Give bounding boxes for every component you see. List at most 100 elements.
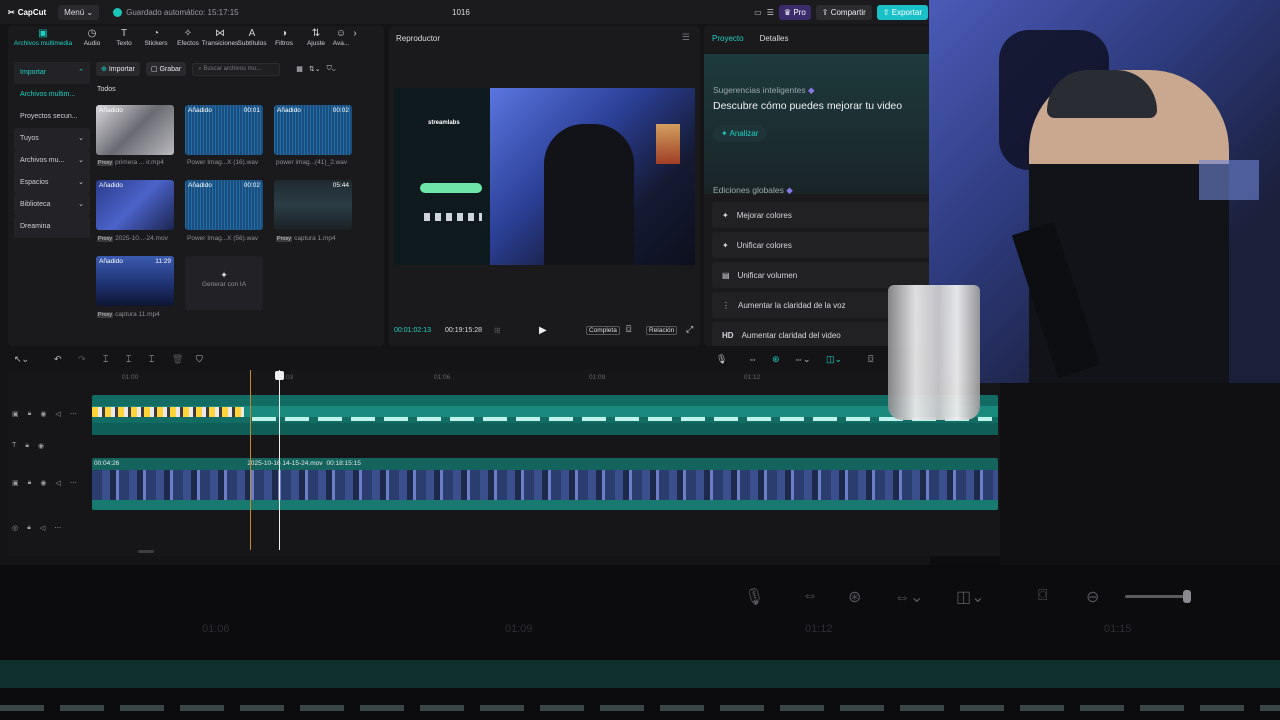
aspect-ratio-button[interactable]: Relación (646, 326, 678, 335)
sidebar-item-media[interactable]: Archivos multim... (14, 84, 90, 106)
toolbar-more-button[interactable]: › (350, 26, 360, 52)
layout-icon[interactable]: ▭ (754, 8, 762, 17)
delete-icon[interactable]: 🗑 (172, 354, 183, 365)
more-icon[interactable]: ⋯ (70, 479, 77, 487)
media-item[interactable]: Añadido (96, 105, 174, 155)
link-clips-icon[interactable]: ⇔ (748, 354, 757, 364)
preview-axis-icon[interactable]: ⇔⌄ (794, 354, 811, 365)
shield-icon[interactable]: ⛉ (196, 354, 203, 365)
play-button[interactable]: ▶ (539, 325, 547, 336)
tab-transitions[interactable]: ⋈ Transiciones (202, 26, 239, 52)
media-item[interactable]: Añadido 11:29 (96, 256, 174, 306)
redo-icon[interactable]: ↷ (78, 354, 86, 365)
search-input[interactable]: ⌕ Buscar archivos mu... (192, 62, 281, 76)
timeline-grid-icon[interactable]: ⊞ (494, 326, 501, 335)
tab-label: Ajuste (306, 40, 326, 47)
menu-icon[interactable]: ☰ (682, 32, 690, 43)
tab-avatar[interactable]: ☺ Ava... (332, 26, 350, 52)
zoom-fit-icon[interactable]: ⌼ (868, 354, 873, 365)
segment-pills (252, 417, 992, 421)
media-item[interactable]: 05:44 (274, 180, 352, 230)
microphone-icon[interactable]: 🎙 (716, 354, 727, 365)
global-title-text: Ediciones globales (713, 185, 784, 195)
auto-snap-icon[interactable]: ◫⌄ (826, 354, 842, 365)
split-icon[interactable]: ⌶ (103, 354, 108, 365)
menu-button[interactable]: Menú ⌄ (58, 4, 100, 20)
tab-project[interactable]: Proyecto (712, 34, 744, 43)
media-item[interactable]: Añadido (96, 180, 174, 230)
media-item[interactable]: Añadido 00:01 (185, 105, 263, 155)
split-right-icon[interactable]: ⌶ (149, 354, 154, 365)
plus-icon: ⊕ (101, 66, 107, 73)
sidebar-item-media-files[interactable]: Archivos mu... ⌄ (14, 150, 90, 172)
eye-icon[interactable]: ◉ (40, 410, 46, 418)
split-left-icon[interactable]: ⌶ (126, 354, 131, 365)
analyze-button[interactable]: ✦ Analizar (713, 125, 767, 142)
settings-icon[interactable]: ☰ (767, 8, 774, 17)
full-quality-button[interactable]: Completa (586, 326, 620, 335)
tab-effects[interactable]: ✧ Efectos (172, 26, 204, 52)
undo-icon[interactable]: ↶ (54, 354, 62, 365)
record-button[interactable]: ▢ Grabar (145, 62, 187, 76)
audio-icon[interactable]: ◁ (55, 410, 60, 418)
fullscreen-icon[interactable]: ⤢ (686, 324, 693, 335)
more-icon[interactable]: ⋯ (54, 524, 61, 532)
fireplace (656, 124, 680, 164)
ai-icon: ◆ (786, 185, 793, 195)
capcut-logo-icon: ✂ (8, 7, 15, 17)
timeline[interactable]: 01:00 01:03 01:06 01:09 01:12 ▣ 🔒︎ ◉ ◁ ⋯ T 🔒︎… (8, 370, 1003, 556)
media-item[interactable]: Añadido 00:02 (185, 180, 263, 230)
tab-media[interactable]: ▣ Archivos multimedia (10, 26, 76, 52)
sidebar-item-library[interactable]: Biblioteca ⌄ (14, 194, 90, 216)
filter-icon[interactable]: ⛉⌄ (327, 65, 336, 73)
share-button[interactable]: ⇪ Compartir (815, 4, 872, 20)
effects-clip-track[interactable] (92, 395, 998, 435)
global-item-label: Mejorar colores (736, 210, 792, 220)
tab-stickers[interactable]: ◔ Stickers (140, 26, 172, 52)
playhead[interactable] (279, 370, 280, 550)
tab-text[interactable]: T Texto (108, 26, 140, 52)
ruler-tick: 01:12 (744, 374, 761, 381)
lock-icon[interactable]: 🔒︎ (27, 524, 31, 532)
tab-details[interactable]: Detalles (760, 34, 789, 43)
tab-subtitles[interactable]: A Subtítulos (236, 26, 268, 52)
pro-badge[interactable]: ♛ Pro (778, 4, 811, 20)
sidebar-item-dreamina[interactable]: Dreamina (14, 216, 90, 238)
unify-colors-button[interactable]: ✦ Unificar colores (712, 232, 930, 258)
lock-icon[interactable]: 🔒︎ (28, 410, 32, 418)
project-title[interactable]: 1016 (452, 8, 470, 17)
media-item[interactable]: Añadido 00:02 (274, 105, 352, 155)
audio-track-icon: ◎ (12, 525, 19, 532)
microphone-icon: 🎙 (744, 589, 765, 606)
autosave-text: Guardado automático: 15:17:15 (126, 7, 239, 17)
eye-icon[interactable]: ◉ (38, 442, 44, 450)
select-tool-icon[interactable]: ↖⌄ (14, 354, 29, 365)
tab-adjust[interactable]: ⇅ Ajuste (300, 26, 332, 52)
export-button[interactable]: ⇧ Exportar (876, 4, 928, 20)
tab-audio[interactable]: ◷ Audio (76, 26, 108, 52)
volume-icon[interactable]: ◁ (40, 524, 45, 532)
sidebar-item-import[interactable]: Importar ⌃ (14, 62, 90, 84)
generate-ai-button[interactable]: ✦ Generar con IA (185, 256, 263, 310)
magnet-icon[interactable]: ⊛ (772, 354, 780, 365)
horizontal-scrollbar[interactable] (138, 550, 154, 553)
eye-icon[interactable]: ◉ (40, 479, 46, 487)
sidebar-item-subprojects[interactable]: Proyectos secun... (14, 106, 90, 128)
audio-icon[interactable]: ◁ (55, 479, 60, 487)
playhead-handle[interactable] (275, 371, 284, 380)
grid-view-icon[interactable]: ▦ (296, 65, 303, 73)
sidebar-item-spaces[interactable]: Espacios ⌄ (14, 172, 90, 194)
streamer-figure (544, 124, 634, 265)
improve-colors-button[interactable]: ✦ Mejorar colores (712, 202, 930, 228)
video-preview[interactable]: streamlabs (394, 88, 695, 265)
tab-filters[interactable]: ◑ Filtros (268, 26, 300, 52)
sort-icon[interactable]: ⇅⌄ (309, 65, 321, 73)
sidebar-item-yours[interactable]: Tuyos ⌄ (14, 128, 90, 150)
sparkle-icon: ✦ (722, 240, 729, 250)
share-label: Compartir (830, 7, 866, 17)
lock-icon[interactable]: 🔒︎ (28, 479, 32, 487)
screenshot-icon[interactable]: ⌼ (626, 324, 631, 335)
lock-icon[interactable]: 🔒︎ (25, 442, 29, 450)
more-icon[interactable]: ⋯ (70, 410, 77, 418)
import-button[interactable]: ⊕ Importar (96, 62, 140, 76)
